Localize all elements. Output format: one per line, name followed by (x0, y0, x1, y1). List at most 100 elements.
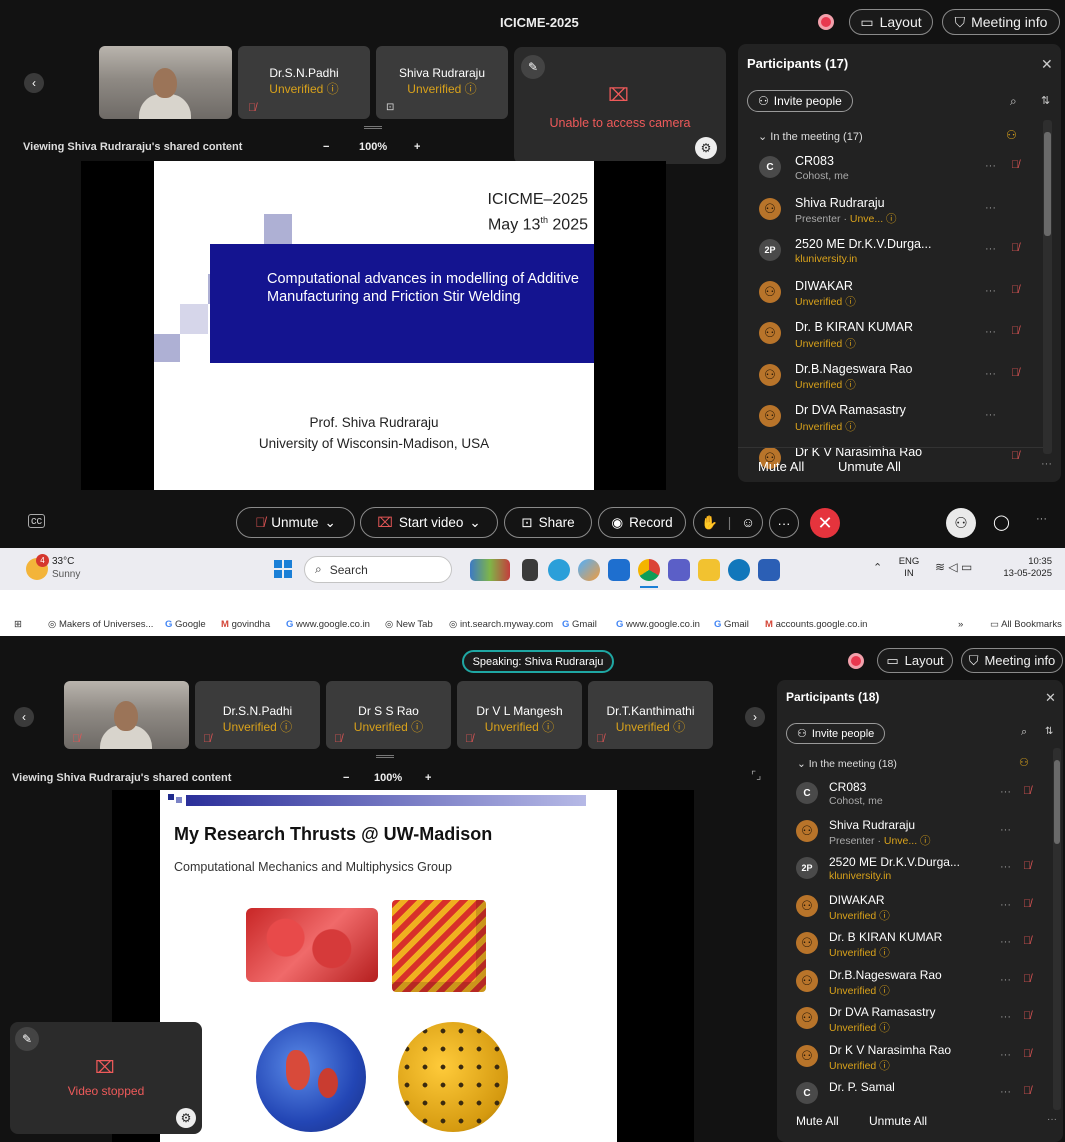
mic-muted-icon[interactable]: 🎙̸ (1023, 1085, 1031, 1097)
invite-people-button[interactable]: ⚇ Invite people (747, 90, 853, 112)
participant-row[interactable]: ⚇ DIWAKAR Unverified ⓘ ··· 🎙̸ (738, 279, 1028, 319)
sort-icon[interactable]: ⇅ (1041, 94, 1050, 107)
section-header[interactable]: ⌄ In the meeting (17) (758, 130, 863, 143)
teams-icon[interactable] (668, 559, 690, 581)
task-view-icon[interactable] (522, 559, 538, 581)
search-icon[interactable]: ⌕ (1021, 726, 1027, 739)
more-options-icon[interactable]: ··· (1000, 1049, 1011, 1061)
unmute-all-button[interactable]: Unmute All (838, 459, 901, 474)
zoom-out-button[interactable]: − (343, 772, 349, 784)
more-options-icon[interactable]: ··· (1000, 786, 1011, 798)
reactions-button[interactable]: ✋ | ☺ (693, 507, 763, 538)
participant-row[interactable]: ⚇ Dr DVA Ramasastry Unverified ⓘ ··· 🎙̸ (777, 1005, 1065, 1045)
mute-all-button[interactable]: Mute All (758, 459, 804, 474)
settings-gear-icon[interactable]: ⚙ (695, 137, 717, 159)
more-options-icon[interactable]: ··· (1000, 1086, 1011, 1098)
participant-row[interactable]: 2P 2520 ME Dr.K.V.Durga... kluniversity.in… (777, 855, 1065, 895)
fullscreen-icon[interactable]: ⌜⌟ (751, 769, 761, 782)
bookmark-item[interactable]: G Gmail (714, 619, 749, 630)
people-icon[interactable]: ⚇ (1006, 128, 1017, 142)
share-button[interactable]: ⊡ Share (504, 507, 592, 538)
chat-icon[interactable]: ◯ (993, 513, 1010, 531)
participants-scrollbar[interactable] (1043, 120, 1052, 454)
bookmark-item[interactable]: M govindha (221, 619, 270, 630)
bookmark-item[interactable]: ◎ int.search.myway.com (449, 619, 553, 630)
more-options-icon[interactable]: ··· (1000, 861, 1011, 873)
start-video-button[interactable]: ⌧ Start video ⌄ (360, 507, 498, 538)
bookmarks-overflow[interactable]: » (958, 619, 963, 630)
mic-muted-icon[interactable]: 🎙̸ (1023, 898, 1031, 910)
next-participants-button[interactable]: › (745, 707, 765, 727)
close-icon[interactable]: ✕ (1045, 690, 1056, 706)
windows-start-icon[interactable] (274, 560, 292, 578)
participant-row[interactable]: ⚇ Dr. B KIRAN KUMAR Unverified ⓘ ··· 🎙̸ (777, 930, 1065, 970)
wifi-volume-battery-icon[interactable]: ≋ ◁ ▭ (935, 560, 972, 574)
settings-gear-icon[interactable]: ⚙ (176, 1108, 196, 1128)
bookmark-item[interactable]: G www.google.co.in (286, 619, 370, 630)
people-icon[interactable]: ⚇ (1019, 756, 1029, 769)
word-icon[interactable] (758, 559, 780, 581)
resize-handle[interactable] (364, 126, 382, 129)
more-options-icon[interactable]: ··· (1041, 458, 1052, 470)
bookmark-item[interactable]: ◎ Makers of Universes... (48, 619, 153, 630)
participant-tile[interactable]: Dr V L Mangesh Unverified ⓘ 🎙̸ (457, 681, 582, 749)
unmute-button[interactable]: 🎙̸ Unmute ⌄ (236, 507, 355, 538)
show-hidden-icons[interactable]: ⌃ (873, 561, 882, 574)
self-video-thumbnail[interactable]: 🎙̸ (64, 681, 189, 749)
edge-icon[interactable] (548, 559, 570, 581)
more-options-icon[interactable]: ··· (985, 326, 996, 338)
mic-muted-icon[interactable]: 🎙̸ (1023, 1048, 1031, 1060)
language-indicator[interactable]: ENG IN (894, 556, 924, 580)
participant-tile[interactable]: Shiva Rudraraju Unverified ⓘ ⊡ (376, 46, 508, 119)
more-options-button[interactable]: ··· (769, 508, 799, 538)
participant-tile[interactable]: Dr S S Rao Unverified ⓘ 🎙̸ (326, 681, 451, 749)
mic-muted-icon[interactable]: 🎙̸ (1011, 159, 1019, 171)
participant-row[interactable]: C CR083 Cohost, me ··· 🎙̸ (738, 154, 1028, 194)
bookmark-item[interactable]: G Google (165, 619, 206, 630)
sort-icon[interactable]: ⇅ (1045, 726, 1053, 737)
mic-muted-icon[interactable]: 🎙̸ (1023, 935, 1031, 947)
participant-row[interactable]: ⚇ Dr. B KIRAN KUMAR Unverified ⓘ ··· 🎙̸ (738, 320, 1028, 360)
participant-tile[interactable]: Dr.S.N.Padhi Unverified ⓘ 🎙̸ (238, 46, 370, 119)
more-options-icon[interactable]: ··· (985, 160, 996, 172)
participant-row[interactable]: ⚇ Dr.B.Nageswara Rao Unverified ⓘ ··· 🎙̸ (777, 968, 1065, 1008)
participant-row[interactable]: 2P 2520 ME Dr.K.V.Durga... kluniversity.in… (738, 237, 1028, 277)
more-options-icon[interactable]: ··· (1047, 1114, 1057, 1125)
more-options-icon[interactable]: ··· (985, 409, 996, 421)
more-options-icon[interactable]: ··· (985, 202, 996, 214)
layout-button[interactable]: ▭ Layout (849, 9, 933, 35)
mic-muted-icon[interactable]: 🎙̸ (1011, 284, 1019, 296)
participant-row[interactable]: C CR083 Cohost, me ··· 🎙̸ (777, 780, 1065, 820)
mic-muted-icon[interactable]: 🎙̸ (1023, 860, 1031, 872)
search-icon[interactable]: ⌕ (1010, 94, 1017, 109)
participant-tile[interactable]: Dr.T.Kanthimathi Unverified ⓘ 🎙̸ (588, 681, 713, 749)
participant-row[interactable]: ⚇ DIWAKAR Unverified ⓘ ··· 🎙̸ (777, 893, 1065, 933)
clock[interactable]: 10:35 13-05-2025 (996, 556, 1052, 580)
zoom-in-button[interactable]: + (425, 772, 431, 784)
more-options-icon[interactable]: ··· (985, 285, 996, 297)
dell-icon[interactable] (728, 559, 750, 581)
invite-people-button[interactable]: ⚇ Invite people (786, 723, 886, 744)
apps-grid-icon[interactable]: ⊞ (14, 619, 22, 630)
record-button[interactable]: ◉ Record (598, 507, 686, 538)
participant-row[interactable]: ⚇ Dr DVA Ramasastry Unverified ⓘ ··· (738, 403, 1028, 443)
participant-row[interactable]: ⚇ Dr K V Narasimha Rao Unverified ⓘ ··· 🎙̸ (777, 1043, 1065, 1083)
more-options-icon[interactable]: ··· (1000, 899, 1011, 911)
participant-tile[interactable]: Dr.S.N.Padhi Unverified ⓘ 🎙̸ (195, 681, 320, 749)
section-header[interactable]: ⌄ In the meeting (18) (797, 758, 897, 770)
prev-participants-button[interactable]: ‹ (24, 73, 44, 93)
mic-muted-icon[interactable]: 🎙̸ (1011, 367, 1019, 379)
unmute-all-button[interactable]: Unmute All (869, 1114, 927, 1128)
bookmark-item[interactable]: G www.google.co.in (616, 619, 700, 630)
leave-meeting-button[interactable]: ✕ (810, 508, 840, 538)
layout-button[interactable]: ▭ Layout (877, 648, 953, 673)
participant-row[interactable]: ⚇ Shiva Rudraraju Presenter · Unve... ⓘ ··· (777, 818, 1065, 858)
zoom-out-button[interactable]: − (323, 141, 329, 153)
close-icon[interactable]: ✕ (1041, 56, 1053, 73)
mute-all-button[interactable]: Mute All (796, 1114, 839, 1128)
mic-muted-icon[interactable]: 🎙̸ (1023, 1010, 1031, 1022)
more-options-icon[interactable]: ··· (985, 243, 996, 255)
more-options-icon[interactable]: ··· (1000, 974, 1011, 986)
more-options-icon[interactable]: ··· (1000, 1011, 1011, 1023)
meeting-info-button[interactable]: ⛉ Meeting info (942, 9, 1060, 35)
